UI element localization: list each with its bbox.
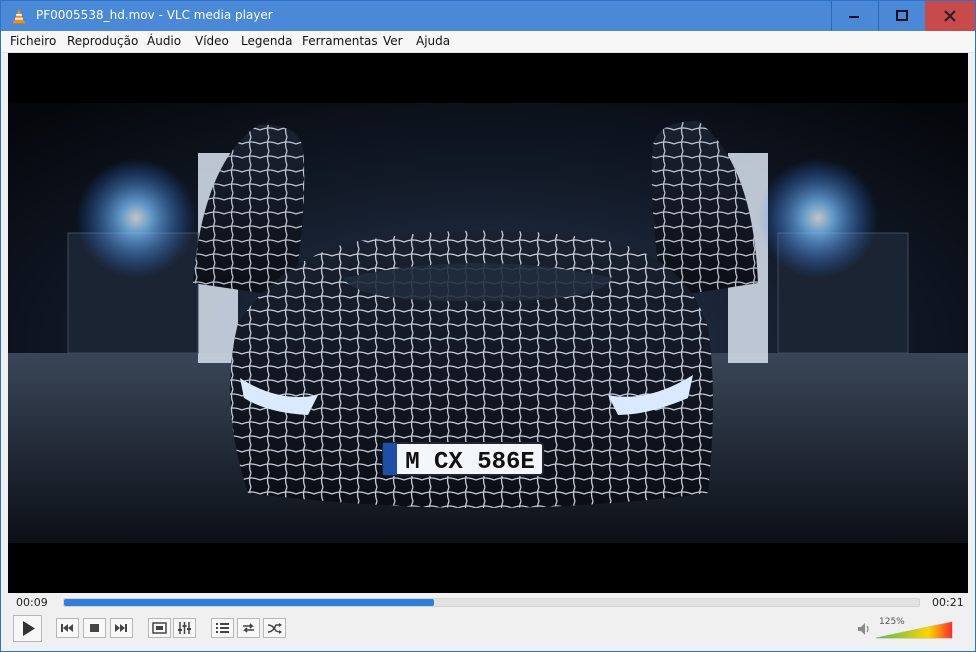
menu-ajuda[interactable]: Ajuda (416, 34, 450, 48)
menu-ver[interactable]: Ver (383, 34, 403, 48)
playlist-button[interactable] (211, 618, 234, 638)
maximize-button[interactable] (878, 1, 924, 31)
vlc-window: PF0005538_hd.mov - VLC media player Fich… (0, 0, 976, 652)
close-icon (944, 10, 956, 22)
close-button[interactable] (925, 1, 975, 31)
license-plate-text: M CX 586E (405, 449, 535, 476)
menu-bar: Ficheiro Reprodução Áudio Vídeo Legenda … (1, 31, 975, 53)
vlc-cone-icon (13, 9, 25, 24)
minimize-icon (849, 16, 859, 18)
menu-legenda[interactable]: Legenda (241, 34, 292, 48)
play-button[interactable] (13, 615, 42, 642)
playlist-icon (216, 623, 229, 633)
menu-video[interactable]: Vídeo (195, 34, 229, 48)
window-title: PF0005538_hd.mov - VLC media player (36, 8, 273, 22)
stop-icon (90, 624, 99, 632)
menu-ficheiro[interactable]: Ficheiro (10, 34, 56, 48)
next-icon (115, 624, 127, 632)
menu-ferramentas[interactable]: Ferramentas (302, 34, 378, 48)
play-icon (23, 621, 35, 636)
stop-button[interactable] (83, 618, 106, 638)
fullscreen-icon (152, 622, 167, 634)
title-bar[interactable]: PF0005538_hd.mov - VLC media player (1, 1, 975, 31)
menu-reproducao[interactable]: Reprodução (67, 34, 138, 48)
previous-icon (61, 624, 73, 632)
seek-bar-fill (64, 599, 435, 606)
shuffle-button[interactable] (263, 618, 286, 638)
next-button[interactable] (110, 618, 133, 638)
volume-slider[interactable] (874, 619, 954, 639)
extended-settings-icon (178, 622, 191, 634)
seek-bar[interactable] (63, 598, 920, 607)
shuffle-icon (267, 623, 282, 634)
previous-button[interactable] (56, 618, 79, 638)
video-frame: M CX 586E (8, 53, 968, 593)
menu-audio[interactable]: Áudio (147, 34, 181, 48)
volume-icon[interactable] (856, 621, 872, 637)
video-area[interactable]: M CX 586E (8, 53, 968, 593)
maximize-icon (896, 10, 908, 21)
controls-panel: 00:09 00:21 125% (8, 593, 968, 651)
fullscreen-button[interactable] (148, 618, 171, 638)
loop-icon (243, 623, 254, 633)
loop-button[interactable] (237, 618, 260, 638)
extended-settings-button[interactable] (173, 618, 196, 638)
minimize-button[interactable] (831, 1, 877, 31)
total-time: 00:21 (932, 596, 964, 609)
elapsed-time: 00:09 (16, 596, 48, 609)
